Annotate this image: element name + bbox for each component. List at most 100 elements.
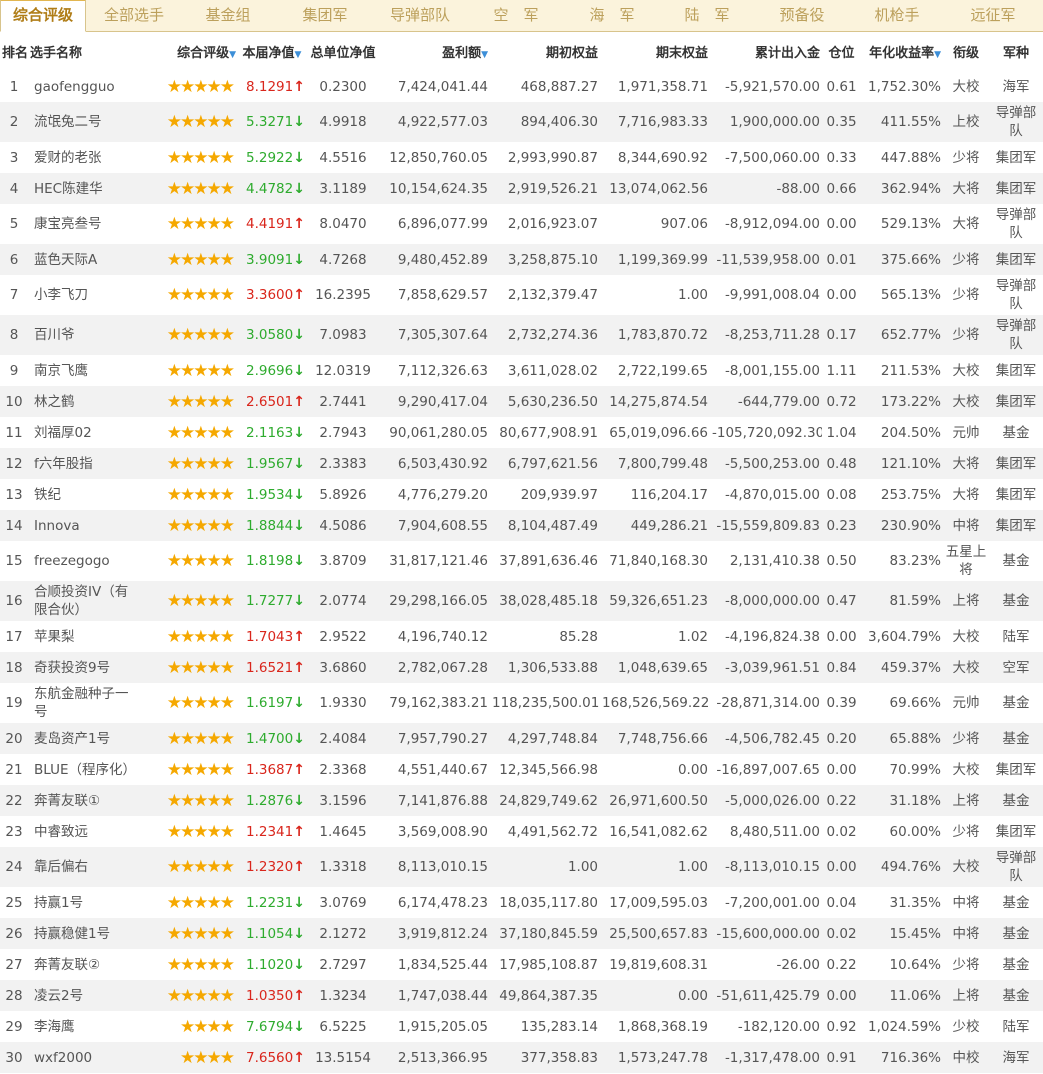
table-row[interactable]: 4 HEC陈建华 ★★★★★ 4.4782↓ 3.1189 10,154,624.35 2,… bbox=[0, 173, 1043, 204]
military-rank-cell: 大将 bbox=[943, 173, 989, 204]
player-name-link[interactable]: 东航金融种子一号 bbox=[28, 683, 138, 723]
begin-equity-cell: 8,104,487.49 bbox=[490, 510, 600, 541]
end-equity-cell: 1,573,247.78 bbox=[600, 1042, 710, 1073]
tab-army[interactable]: 陆 军 bbox=[658, 0, 756, 31]
col-rating[interactable]: 综合评级▼ bbox=[138, 32, 238, 71]
table-row[interactable]: 30 wxf2000 ★★★★ 7.6560↑ 13.5154 2,513,366.95 3… bbox=[0, 1042, 1043, 1073]
table-row[interactable]: 1 gaofengguo ★★★★★ 8.1291↑ 0.2300 7,424,041.4… bbox=[0, 71, 1043, 102]
table-row[interactable]: 27 奔菁友联② ★★★★★ 1.1020↓ 2.7297 1,834,525.44 17,… bbox=[0, 949, 1043, 980]
table-row[interactable]: 9 南京飞鹰 ★★★★★ 2.9696↓ 12.0319 7,112,326.63 3,61… bbox=[0, 355, 1043, 386]
table-row[interactable]: 23 中睿致远 ★★★★★ 1.2341↑ 1.4645 3,569,008.90 4,49… bbox=[0, 816, 1043, 847]
rating-stars-icon: ★★★★★ bbox=[138, 918, 238, 949]
tab-navy[interactable]: 海 军 bbox=[566, 0, 658, 31]
player-name-link[interactable]: 小李飞刀 bbox=[28, 275, 138, 315]
arrow-down-icon: ↓ bbox=[293, 180, 305, 197]
tab-expedition[interactable]: 远征军 bbox=[946, 0, 1040, 31]
player-name-link[interactable]: 奔菁友联① bbox=[28, 785, 138, 816]
player-name-link[interactable]: BLUE（程序化） bbox=[28, 754, 138, 785]
player-name-link[interactable]: 苹果梨 bbox=[28, 621, 138, 652]
player-name-link[interactable]: 林之鹤 bbox=[28, 386, 138, 417]
table-row[interactable]: 20 麦岛资产1号 ★★★★★ 1.4700↓ 2.4084 7,957,790.27 4,… bbox=[0, 723, 1043, 754]
table-row[interactable]: 16 合顺投资IV（有限合伙） ★★★★★ 1.7277↓ 2.0774 29,298,1… bbox=[0, 581, 1043, 621]
player-name-link[interactable]: 铁纪 bbox=[28, 479, 138, 510]
table-row[interactable]: 17 苹果梨 ★★★★★ 1.7043↑ 2.9522 4,196,740.12 85.28… bbox=[0, 621, 1043, 652]
player-name-link[interactable]: 持赢稳健1号 bbox=[28, 918, 138, 949]
table-row[interactable]: 19 东航金融种子一号 ★★★★★ 1.6197↓ 1.9330 79,162,383.2… bbox=[0, 683, 1043, 723]
military-rank-cell: 少将 bbox=[943, 949, 989, 980]
unit-nav-cell: 8.0470 bbox=[306, 204, 380, 244]
tab-missile-force[interactable]: 导弹部队 bbox=[374, 0, 466, 31]
table-row[interactable]: 22 奔菁友联① ★★★★★ 1.2876↓ 3.1596 7,141,876.88 24,… bbox=[0, 785, 1043, 816]
tab-air-force[interactable]: 空 军 bbox=[466, 0, 566, 31]
table-row[interactable]: 18 奇获投资9号 ★★★★★ 1.6521↑ 3.6860 2,782,067.28 1,… bbox=[0, 652, 1043, 683]
end-equity-cell: 1,868,368.19 bbox=[600, 1011, 710, 1042]
player-name-link[interactable]: 李海鹰 bbox=[28, 1011, 138, 1042]
player-name-link[interactable]: 持赢1号 bbox=[28, 887, 138, 918]
table-row[interactable]: 7 小李飞刀 ★★★★★ 3.3600↑ 16.2395 7,858,629.57 2,13… bbox=[0, 275, 1043, 315]
player-name-link[interactable]: 合顺投资IV（有限合伙） bbox=[28, 581, 138, 621]
table-row[interactable]: 11 刘福厚02 ★★★★★ 2.1163↓ 2.7943 90,061,280.05 80… bbox=[0, 417, 1043, 448]
player-name-link[interactable]: wxf2000 bbox=[28, 1042, 138, 1073]
table-row[interactable]: 8 百川爷 ★★★★★ 3.0580↓ 7.0983 7,305,307.64 2,732,… bbox=[0, 315, 1043, 355]
annual-return-cell: 83.23% bbox=[861, 541, 943, 581]
col-annual-return[interactable]: 年化收益率▼ bbox=[861, 32, 943, 71]
player-name-link[interactable]: 靠后偏右 bbox=[28, 847, 138, 887]
table-row[interactable]: 28 凌云2号 ★★★★★ 1.0350↑ 1.3234 1,747,038.44 49,8… bbox=[0, 980, 1043, 1011]
table-row[interactable]: 26 持赢稳健1号 ★★★★★ 1.1054↓ 2.1272 3,919,812.24 37… bbox=[0, 918, 1043, 949]
player-name-link[interactable]: 中睿致远 bbox=[28, 816, 138, 847]
player-name-link[interactable]: gaofengguo bbox=[28, 71, 138, 102]
table-row[interactable]: 24 靠后偏右 ★★★★★ 1.2320↑ 1.3318 8,113,010.15 1.00… bbox=[0, 847, 1043, 887]
rank-cell: 13 bbox=[0, 479, 28, 510]
col-nav[interactable]: 本届净值▼ bbox=[238, 32, 306, 71]
tab-group-army[interactable]: 集团军 bbox=[276, 0, 374, 31]
player-name-link[interactable]: 刘福厚02 bbox=[28, 417, 138, 448]
begin-equity-cell: 2,132,379.47 bbox=[490, 275, 600, 315]
military-rank-cell: 大校 bbox=[943, 621, 989, 652]
table-row[interactable]: 14 Innova ★★★★★ 1.8844↓ 4.5086 7,904,608.55 8,… bbox=[0, 510, 1043, 541]
table-row[interactable]: 25 持赢1号 ★★★★★ 1.2231↓ 3.0769 6,174,478.23 18,0… bbox=[0, 887, 1043, 918]
player-name-link[interactable]: Innova bbox=[28, 510, 138, 541]
end-equity-cell: 1,971,358.71 bbox=[600, 71, 710, 102]
end-equity-cell: 7,748,756.66 bbox=[600, 723, 710, 754]
table-row[interactable]: 5 康宝亮叁号 ★★★★★ 4.4191↑ 8.0470 6,896,077.99 2,01… bbox=[0, 204, 1043, 244]
cash-flow-cell: -4,196,824.38 bbox=[710, 621, 822, 652]
player-name-link[interactable]: 凌云2号 bbox=[28, 980, 138, 1011]
rank-cell: 8 bbox=[0, 315, 28, 355]
player-name-link[interactable]: 康宝亮叁号 bbox=[28, 204, 138, 244]
unit-nav-cell: 2.7297 bbox=[306, 949, 380, 980]
cash-flow-cell: 1,900,000.00 bbox=[710, 102, 822, 142]
player-name-link[interactable]: 奔菁友联② bbox=[28, 949, 138, 980]
player-name-link[interactable]: freezegogo bbox=[28, 541, 138, 581]
table-row[interactable]: 15 freezegogo ★★★★★ 1.8198↓ 3.8709 31,817,121… bbox=[0, 541, 1043, 581]
end-equity-cell: 168,526,569.22 bbox=[600, 683, 710, 723]
tab-gunner[interactable]: 机枪手 bbox=[848, 0, 946, 31]
table-row[interactable]: 29 李海鹰 ★★★★ 7.6794↓ 6.5225 1,915,205.05 135,28… bbox=[0, 1011, 1043, 1042]
unit-nav-cell: 2.3368 bbox=[306, 754, 380, 785]
player-name-link[interactable]: 流氓兔二号 bbox=[28, 102, 138, 142]
tab-reserve[interactable]: 预备役 bbox=[756, 0, 848, 31]
table-row[interactable]: 10 林之鹤 ★★★★★ 2.6501↑ 2.7441 9,290,417.04 5,630… bbox=[0, 386, 1043, 417]
player-name-link[interactable]: 蓝色天际A bbox=[28, 244, 138, 275]
branch-cell: 导弹部队 bbox=[989, 275, 1043, 315]
table-row[interactable]: 12 f六年股指 ★★★★★ 1.9567↓ 2.3383 6,503,430.92 6,7… bbox=[0, 448, 1043, 479]
player-name-link[interactable]: 麦岛资产1号 bbox=[28, 723, 138, 754]
tab-fund-group[interactable]: 基金组 bbox=[180, 0, 276, 31]
tab-all-players[interactable]: 全部选手 bbox=[88, 0, 180, 31]
table-row[interactable]: 3 爱财的老张 ★★★★★ 5.2922↓ 4.5516 12,850,760.05 2,9… bbox=[0, 142, 1043, 173]
player-name-link[interactable]: f六年股指 bbox=[28, 448, 138, 479]
player-name-link[interactable]: 爱财的老张 bbox=[28, 142, 138, 173]
tab-composite-rating[interactable]: 综合评级 bbox=[0, 0, 86, 32]
col-profit[interactable]: 盈利额▼ bbox=[380, 32, 490, 71]
rank-cell: 12 bbox=[0, 448, 28, 479]
branch-cell: 集团军 bbox=[989, 244, 1043, 275]
player-name-link[interactable]: HEC陈建华 bbox=[28, 173, 138, 204]
table-row[interactable]: 6 蓝色天际A ★★★★★ 3.9091↓ 4.7268 9,480,452.89 3,25… bbox=[0, 244, 1043, 275]
player-name-link[interactable]: 百川爷 bbox=[28, 315, 138, 355]
table-row[interactable]: 13 铁纪 ★★★★★ 1.9534↓ 5.8926 4,776,279.20 209,93… bbox=[0, 479, 1043, 510]
unit-nav-cell: 3.6860 bbox=[306, 652, 380, 683]
player-name-link[interactable]: 奇获投资9号 bbox=[28, 652, 138, 683]
player-name-link[interactable]: 南京飞鹰 bbox=[28, 355, 138, 386]
table-row[interactable]: 21 BLUE（程序化） ★★★★★ 1.3687↑ 2.3368 4,551,440.6… bbox=[0, 754, 1043, 785]
table-row[interactable]: 2 流氓兔二号 ★★★★★ 5.3271↓ 4.9918 4,922,577.03 894,… bbox=[0, 102, 1043, 142]
end-equity-cell: 1.02 bbox=[600, 621, 710, 652]
